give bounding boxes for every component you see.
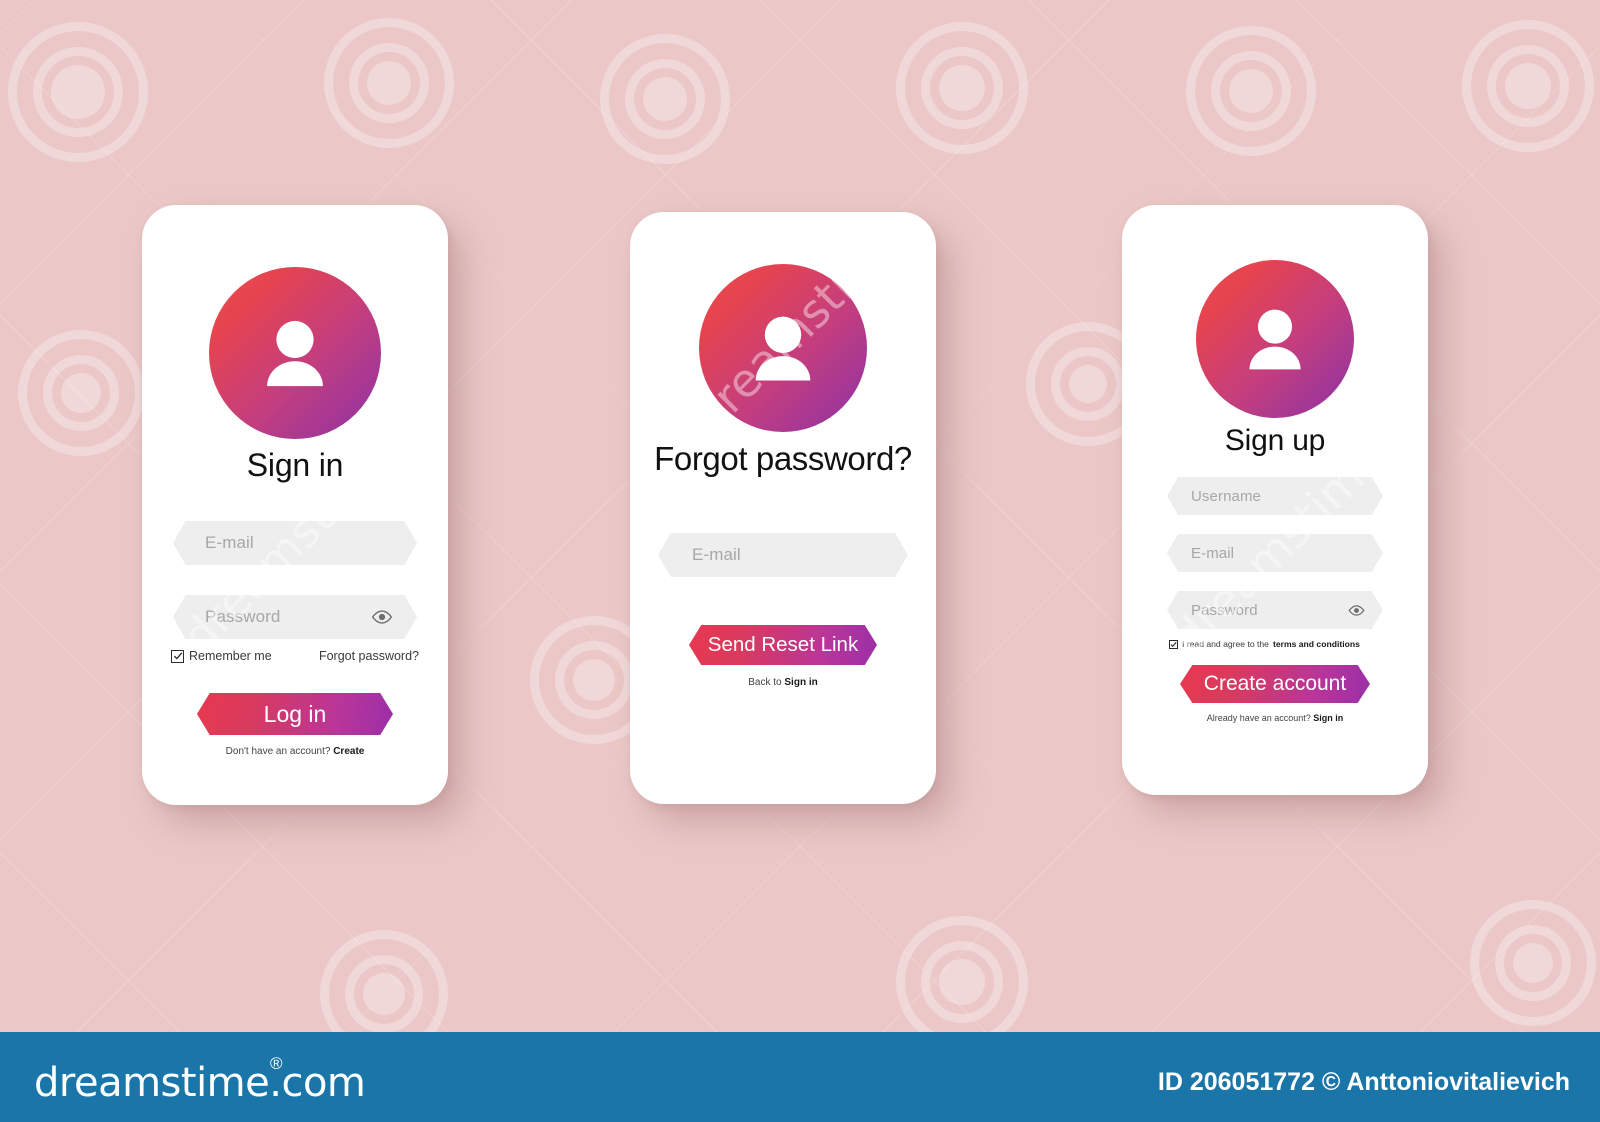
eye-icon[interactable] [371,610,393,624]
phone-screen-sign-up: Sign up Username E-mail Password I read … [1122,205,1428,795]
send-reset-link-button[interactable]: Send Reset Link [689,625,877,665]
user-avatar-icon [699,264,867,432]
create-account-button-label: Create account [1203,672,1347,695]
page-title: Forgot password? [654,440,912,477]
signup-prompt-text: Don't have an account? [225,746,331,757]
eye-icon[interactable] [1348,604,1365,616]
password-field[interactable]: Password [173,595,417,639]
create-account-link[interactable]: Create [333,746,364,757]
create-account-button[interactable]: Create account [1180,665,1370,703]
user-avatar-icon [209,267,381,439]
password-placeholder: Password [205,607,281,626]
signin-meta-row: Remember me Forgot password? [171,649,419,663]
phone-mockups-stage: Sign in E-mail Password Remember me Forg… [0,0,1600,1032]
remember-me-label: Remember me [189,649,272,663]
dreamstime-footer-bar: dreamstime.com ® ID 206051772 © Anttonio… [0,1032,1600,1122]
sign-in-link[interactable]: Sign in [784,677,817,688]
check-icon [1169,639,1178,649]
phone-screen-sign-in: Sign in E-mail Password Remember me Forg… [142,205,448,805]
page-title: Sign in [246,447,344,483]
log-in-button-label: Log in [263,700,327,727]
email-field[interactable]: E-mail [173,521,417,565]
terms-checkbox-row[interactable]: I read and agree to the terms and condit… [1169,639,1381,649]
phone-screen-forgot-password: Forgot password? E-mail Send Reset Link … [630,212,936,804]
username-field[interactable]: Username [1167,477,1383,515]
email-placeholder: E-mail [692,545,741,564]
username-placeholder: Username [1191,487,1261,505]
remember-me-checkbox[interactable]: Remember me [171,649,272,663]
signin-prompt: Already have an account? Sign in [1207,713,1344,723]
signin-prompt-text: Already have an account? [1206,713,1311,723]
dreamstime-logo: dreamstime.com [34,1060,366,1106]
log-in-button[interactable]: Log in [197,693,393,735]
send-reset-link-button-label: Send Reset Link [707,633,859,656]
email-field[interactable]: E-mail [658,533,908,577]
page-title: Sign up [1224,424,1326,457]
back-to-signin-text: Back to [748,677,782,688]
user-avatar-icon [1196,260,1354,418]
back-to-signin-prompt: Back to Sign in [748,677,817,688]
email-field[interactable]: E-mail [1167,534,1383,572]
email-placeholder: E-mail [1191,544,1235,562]
signup-prompt: Don't have an account? Create [226,746,365,757]
forgot-password-link[interactable]: Forgot password? [319,649,419,663]
terms-label-prefix: I read and agree to the [1182,639,1269,649]
check-icon [171,649,184,663]
sign-in-link[interactable]: Sign in [1313,713,1343,723]
password-field[interactable]: Password [1167,591,1383,629]
terms-and-conditions-link[interactable]: terms and conditions [1273,639,1360,649]
registered-mark-icon: ® [270,1054,283,1073]
email-placeholder: E-mail [205,533,254,552]
password-placeholder: Password [1191,601,1258,619]
image-credit: ID 206051772 © Anttoniovitalievich [1157,1068,1570,1096]
